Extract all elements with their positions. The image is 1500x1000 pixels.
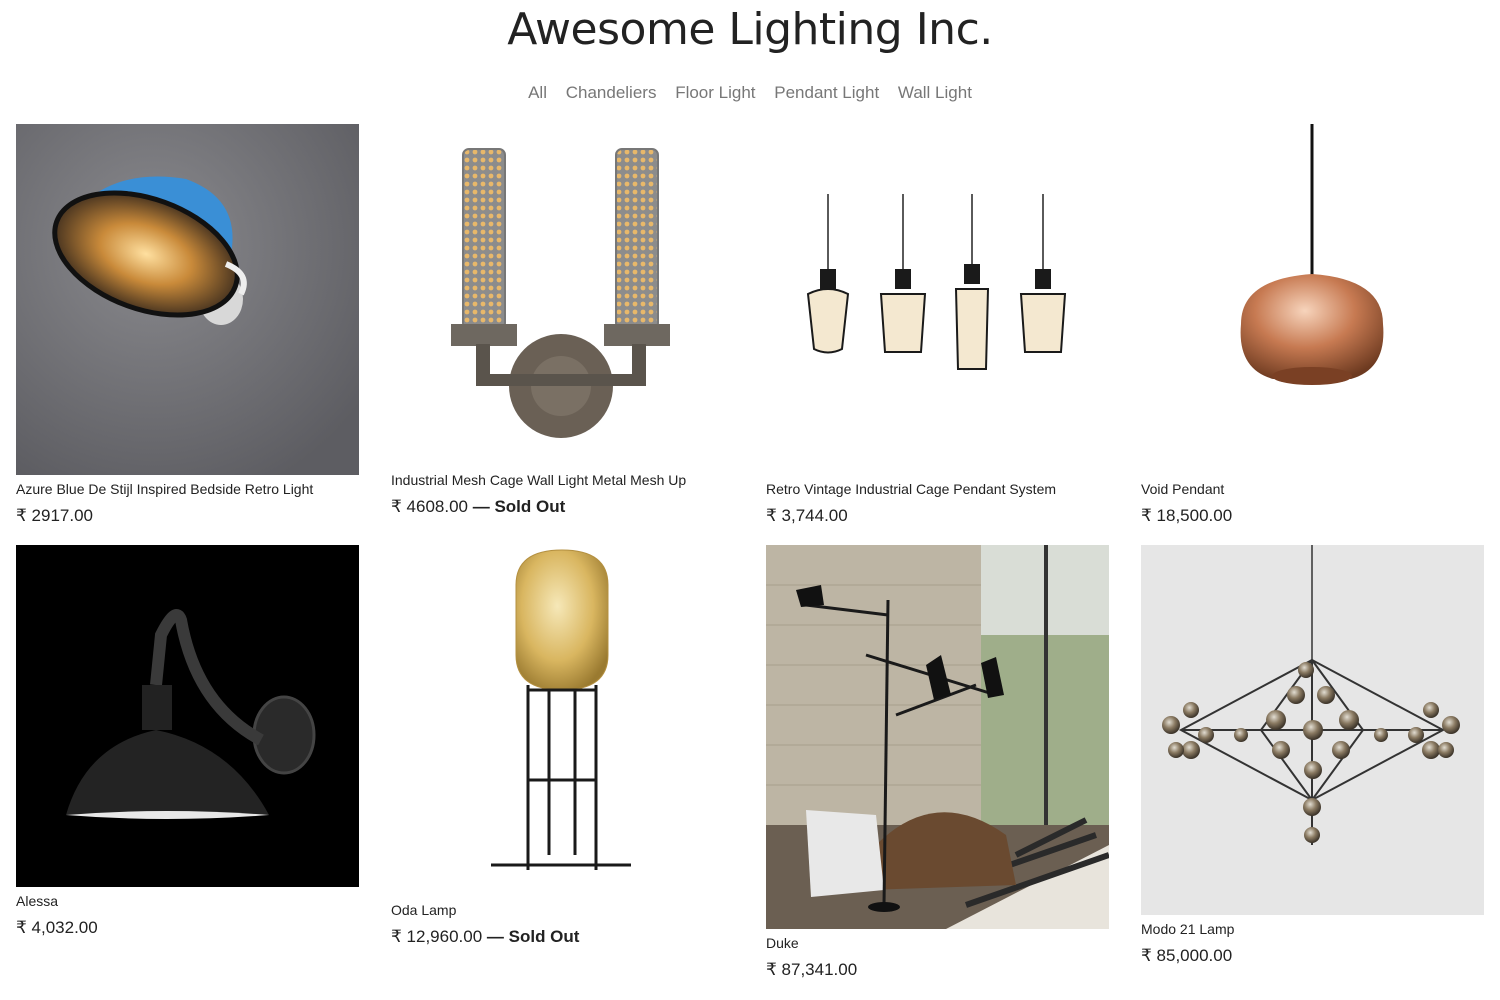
product-card[interactable]: Oda Lamp ₹ 12,960.00 — Sold Out (391, 545, 734, 954)
product-title[interactable]: Duke (766, 935, 799, 951)
product-image[interactable] (1141, 545, 1484, 915)
product-image[interactable] (1141, 124, 1484, 475)
product-image[interactable] (766, 545, 1109, 929)
category-nav: All Chandeliers Floor Light Pendant Ligh… (0, 83, 1500, 103)
product-image[interactable] (16, 545, 359, 887)
product-title[interactable]: Oda Lamp (391, 902, 456, 918)
product-image[interactable] (391, 545, 734, 896)
nav-chandeliers[interactable]: Chandeliers (566, 83, 657, 102)
product-card[interactable]: Modo 21 Lamp ₹ 85,000.00 (1141, 545, 1484, 970)
product-image[interactable] (16, 124, 359, 475)
nav-all[interactable]: All (528, 83, 547, 102)
product-price: ₹ 12,960.00 — Sold Out (391, 927, 580, 946)
product-price: ₹ 2917.00 (16, 506, 93, 525)
product-title[interactable]: Alessa (16, 893, 58, 909)
product-title[interactable]: Modo 21 Lamp (1141, 921, 1234, 937)
product-card[interactable]: Retro Vintage Industrial Cage Pendant Sy… (766, 124, 1109, 529)
product-price: ₹ 87,341.00 (766, 960, 858, 979)
product-card[interactable]: Duke ₹ 87,341.00 (766, 545, 1109, 985)
product-card[interactable]: Azure Blue De Stijl Inspired Bedside Ret… (16, 124, 359, 529)
sold-out-badge: — Sold Out (482, 927, 580, 946)
product-image[interactable] (391, 124, 734, 466)
product-image[interactable] (766, 124, 1109, 475)
product-title[interactable]: Azure Blue De Stijl Inspired Bedside Ret… (16, 481, 313, 497)
nav-pendant-light[interactable]: Pendant Light (774, 83, 879, 102)
nav-floor-light[interactable]: Floor Light (675, 83, 755, 102)
product-card[interactable]: Industrial Mesh Cage Wall Light Metal Me… (391, 124, 734, 519)
product-price: ₹ 18,500.00 (1141, 506, 1233, 525)
nav-wall-light[interactable]: Wall Light (898, 83, 972, 102)
site-title: Awesome Lighting Inc. (507, 4, 993, 55)
product-card[interactable]: Void Pendant ₹ 18,500.00 (1141, 124, 1484, 529)
sold-out-badge: — Sold Out (468, 497, 566, 516)
product-title[interactable]: Retro Vintage Industrial Cage Pendant Sy… (766, 481, 1056, 497)
product-title[interactable]: Void Pendant (1141, 481, 1224, 497)
product-price: ₹ 85,000.00 (1141, 946, 1233, 965)
product-price: ₹ 4608.00 — Sold Out (391, 497, 566, 516)
product-title[interactable]: Industrial Mesh Cage Wall Light Metal Me… (391, 472, 686, 488)
product-price: ₹ 3,744.00 (766, 506, 848, 525)
product-card[interactable]: Alessa ₹ 4,032.00 (16, 545, 359, 945)
product-price: ₹ 4,032.00 (16, 918, 98, 937)
